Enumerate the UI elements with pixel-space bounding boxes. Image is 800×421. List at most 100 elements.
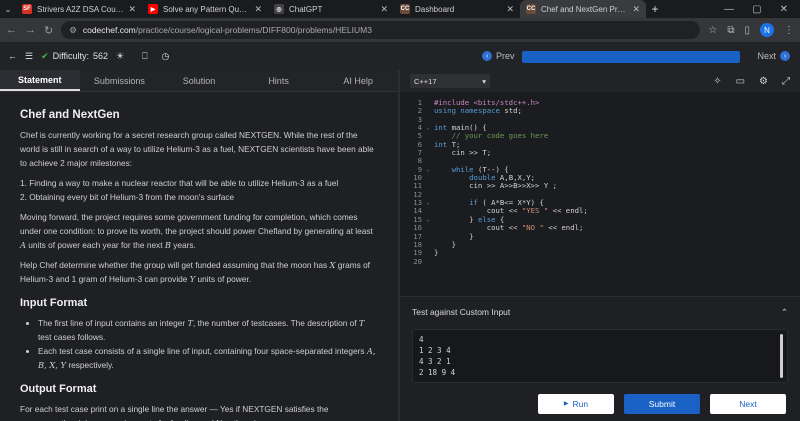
tab-hints[interactable]: Hints	[239, 70, 319, 91]
code-text: cin >> A>>B>>X>> Y ;	[434, 181, 558, 191]
back-icon[interactable]: ←	[6, 24, 17, 36]
tab-close-icon[interactable]: ✕	[380, 4, 388, 15]
browser-tab-strip: ⌄ SFStrivers A2Z DSA Course/Sheet✕▶Solve…	[0, 0, 800, 18]
tab-ai-help[interactable]: AI Help	[318, 70, 398, 91]
code-text: }	[434, 248, 439, 258]
code-line[interactable]: 20	[400, 256, 800, 266]
bookmark-icon[interactable]: ⎕	[142, 51, 147, 62]
custom-input-panel: Test against Custom Input ⌃ 4 1 2 3 4 4 3 …	[400, 296, 800, 386]
run-button[interactable]: ▶ Run	[538, 393, 614, 414]
tab-favicon-icon: ▶	[148, 4, 158, 14]
code-text: cin >> T;	[434, 148, 492, 158]
tab-title: Chef and NextGen Practice Pro	[541, 4, 629, 14]
tab-search-icon[interactable]: ⌄	[0, 0, 16, 18]
tab-submissions[interactable]: Submissions	[80, 70, 160, 91]
window-controls: — ▢ ✕	[724, 0, 800, 18]
tab-favicon-icon: CC	[526, 4, 536, 14]
tab-close-icon[interactable]: ✕	[128, 4, 136, 15]
custom-input-line: 1 2 3 4	[419, 346, 451, 355]
tab-solution[interactable]: Solution	[159, 70, 239, 91]
input-format-item: The first line of input contains an inte…	[38, 316, 378, 344]
play-icon: ▶	[563, 401, 569, 407]
custom-input-heading: Test against Custom Input	[412, 307, 511, 317]
line-number: 7	[417, 148, 422, 158]
browser-tab[interactable]: CC Chef and NextGen Practice Pro✕	[520, 0, 646, 18]
reload-icon[interactable]: ↻	[44, 24, 53, 37]
input-format-heading: Input Format	[20, 297, 88, 309]
code-line[interactable]: 19}	[400, 248, 800, 258]
bookmark-star-icon[interactable]: ☆	[708, 25, 717, 36]
problem-tabs: Statement Submissions Solution Hints AI Help	[0, 70, 398, 92]
maximize-icon[interactable]: ▢	[752, 4, 761, 15]
line-number: 20	[413, 256, 422, 266]
tab-favicon-icon: CC	[400, 4, 410, 14]
next-button[interactable]: Next	[710, 393, 786, 414]
problem-toolbar: ← ☰ ✔ Difficulty: 562 ☀ ⎕ ◷ ‹ Prev Next …	[0, 42, 800, 70]
output-format-heading: Output Format	[20, 383, 97, 395]
tab-close-icon[interactable]: ✕	[632, 4, 640, 15]
code-line[interactable]: 17 }	[400, 232, 800, 241]
next-button-label: Next	[739, 398, 757, 409]
difficulty-indicator: ✔ Difficulty: 562	[41, 51, 108, 62]
prev-problem-button[interactable]: ‹ Prev	[482, 51, 515, 61]
list-icon[interactable]: ☰	[25, 51, 33, 62]
line-number: 1	[417, 98, 422, 107]
tab-favicon-icon: SF	[22, 4, 32, 14]
custom-input-line: 4 3 2 1	[419, 357, 451, 366]
next-problem-bar[interactable]	[522, 51, 740, 63]
tab-close-icon[interactable]: ✕	[254, 4, 262, 15]
browser-tab[interactable]: ▶ Solve any Pattern Question - Tr ✕	[142, 0, 268, 18]
url-host: codechef.com	[82, 25, 136, 35]
tab-close-icon[interactable]: ✕	[506, 4, 514, 15]
fullscreen-icon[interactable]: ⤢	[782, 76, 790, 87]
code-area[interactable]: 1 #include <bits/stdc++.h> 2 using namespac…	[400, 92, 800, 266]
extensions-icon[interactable]: ⧉	[727, 25, 734, 36]
site-info-icon[interactable]: ⚙	[69, 25, 77, 36]
solved-check-icon: ✔	[41, 50, 49, 61]
forward-icon[interactable]: →	[25, 24, 36, 36]
custom-input-textarea[interactable]: 4 1 2 3 4 4 3 2 1 2 18 9 4	[412, 329, 788, 383]
difficulty-label: Difficulty:	[52, 51, 89, 61]
chevron-down-icon: ▾	[482, 76, 486, 86]
sidebar-icon[interactable]: ▯	[744, 25, 750, 36]
url-field[interactable]: ⚙ codechef.com/practice/course/logical-p…	[61, 21, 701, 39]
magic-wand-icon[interactable]: ✧	[713, 76, 721, 87]
back-arrow-icon[interactable]: ←	[8, 51, 17, 61]
funding-paragraph: Moving forward, the project requires som…	[20, 212, 373, 250]
theme-sun-icon[interactable]: ☀	[116, 51, 124, 62]
editor-toolbar: C++17 ▾ ✧ ▭ ⚙ ⤢	[400, 70, 800, 92]
chevron-right-icon: ›	[780, 51, 790, 61]
chevron-up-icon[interactable]: ⌃	[781, 307, 788, 318]
code-line[interactable]: 2 using namespace std;	[400, 106, 800, 115]
submit-button[interactable]: Submit	[624, 393, 700, 414]
comment-icon[interactable]: ▭	[736, 76, 745, 87]
settings-gear-icon[interactable]: ⚙	[759, 76, 768, 87]
browser-tab[interactable]: SF Strivers A2Z DSA Course/Sheet✕	[16, 0, 142, 18]
custom-input-scrollbar[interactable]	[780, 334, 783, 378]
browser-menu-icon[interactable]: ⋮	[784, 25, 794, 36]
input-format-item: Each test case consists of a single line…	[38, 344, 378, 372]
code-line[interactable]: 7 cin >> T;	[400, 148, 800, 158]
close-icon[interactable]: ✕	[780, 4, 788, 15]
tab-statement[interactable]: Statement	[0, 70, 80, 91]
language-select[interactable]: C++17 ▾	[410, 74, 490, 88]
code-line[interactable]: 18 }	[400, 240, 800, 249]
custom-input-line: 4	[419, 335, 424, 344]
code-line[interactable]: 11 cin >> A>>B>>X>> Y ;	[400, 181, 800, 191]
milestones-list: 1. Finding a way to make a nuclear react…	[20, 176, 378, 204]
profile-avatar[interactable]: N	[760, 23, 774, 37]
line-number: 3	[417, 114, 422, 124]
browser-tab[interactable]: ◎ ChatGPT ✕	[268, 0, 394, 18]
next-problem-button[interactable]: Next ›	[757, 51, 790, 61]
code-line[interactable]: 5 // your code goes here	[400, 132, 800, 141]
custom-input-header[interactable]: Test against Custom Input ⌃	[400, 297, 800, 327]
timer-icon[interactable]: ◷	[161, 51, 169, 62]
browser-tab[interactable]: CC Dashboard ✕	[394, 0, 520, 18]
problem-intro: Chef is currently working for a secret r…	[20, 130, 374, 168]
new-tab-button[interactable]: +	[646, 0, 664, 18]
minimize-icon[interactable]: —	[724, 4, 734, 15]
output-format-text: For each test case print on a single lin…	[20, 404, 329, 421]
difficulty-value: 562	[92, 51, 108, 61]
line-number: 4	[417, 123, 422, 133]
